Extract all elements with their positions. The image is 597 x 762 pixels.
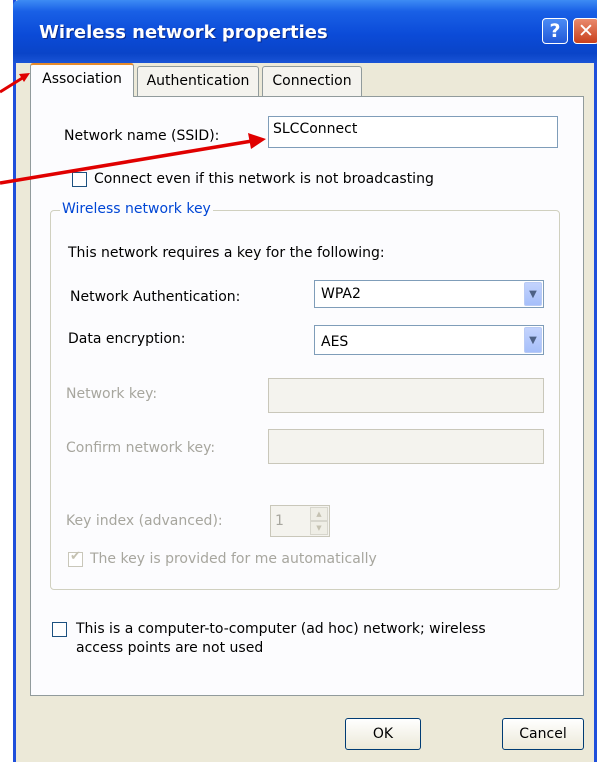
window-title: Wireless network properties xyxy=(39,22,328,43)
adhoc-label-line2: access points are not used xyxy=(76,640,264,656)
confirm-key-input[interactable] xyxy=(268,429,544,464)
help-button[interactable]: ? xyxy=(542,18,568,44)
auth-value: WPA2 xyxy=(321,286,361,302)
tab-authentication-label: Authentication xyxy=(146,73,250,89)
ssid-label: Network name (SSID): xyxy=(64,128,220,144)
auth-select[interactable]: WPA2 ▼ xyxy=(314,280,544,308)
network-key-input[interactable] xyxy=(268,378,544,413)
checkmark-icon: ✔ xyxy=(70,549,81,564)
close-button[interactable]: ✕ xyxy=(573,18,597,44)
network-key-label: Network key: xyxy=(66,386,158,402)
confirm-key-label: Confirm network key: xyxy=(66,440,216,456)
ssid-value: SLCConnect xyxy=(273,121,358,137)
tab-authentication[interactable]: Authentication xyxy=(137,66,259,96)
key-index-value: 1 xyxy=(275,513,284,529)
key-index-spinner[interactable]: 1 ▲ ▼ xyxy=(270,505,330,537)
title-bar[interactable]: Wireless network properties ? ✕ xyxy=(13,0,597,63)
key-intro-text: This network requires a key for the foll… xyxy=(68,245,385,261)
encryption-label: Data encryption: xyxy=(68,331,186,347)
ok-button[interactable]: OK xyxy=(345,718,421,750)
tab-connection[interactable]: Connection xyxy=(262,66,362,96)
arrow-down-icon: ▼ xyxy=(316,524,322,532)
cancel-button-label: Cancel xyxy=(519,726,567,742)
ssid-input[interactable]: SLCConnect xyxy=(268,116,558,148)
chevron-down-icon: ▼ xyxy=(529,334,537,346)
tab-association[interactable]: Association xyxy=(30,63,134,97)
encryption-select[interactable]: AES ▼ xyxy=(314,325,544,355)
spin-down-button[interactable]: ▼ xyxy=(310,521,328,535)
broadcast-checkbox-label: Connect even if this network is not broa… xyxy=(94,171,434,187)
spin-up-button[interactable]: ▲ xyxy=(310,507,328,521)
cancel-button[interactable]: Cancel xyxy=(502,718,584,750)
chevron-down-icon: ▼ xyxy=(529,288,537,300)
key-index-label: Key index (advanced): xyxy=(66,513,223,529)
tab-connection-label: Connection xyxy=(272,73,352,89)
wireless-key-legend: Wireless network key xyxy=(60,201,213,217)
broadcast-checkbox[interactable] xyxy=(72,172,87,187)
auto-key-checkbox[interactable]: ✔ xyxy=(68,549,83,567)
arrow-up-icon: ▲ xyxy=(316,510,322,518)
encryption-value: AES xyxy=(321,334,349,350)
ok-button-label: OK xyxy=(372,726,394,742)
auth-dropdown-button[interactable]: ▼ xyxy=(524,282,542,306)
auth-label: Network Authentication: xyxy=(70,289,241,305)
adhoc-checkbox[interactable] xyxy=(52,622,67,637)
help-icon: ? xyxy=(549,20,561,42)
close-icon: ✕ xyxy=(578,20,594,42)
adhoc-label-line1: This is a computer-to-computer (ad hoc) … xyxy=(76,621,486,637)
tab-association-label: Association xyxy=(42,71,122,87)
auto-key-label: The key is provided for me automatically xyxy=(90,551,377,567)
encryption-dropdown-button[interactable]: ▼ xyxy=(524,327,542,353)
